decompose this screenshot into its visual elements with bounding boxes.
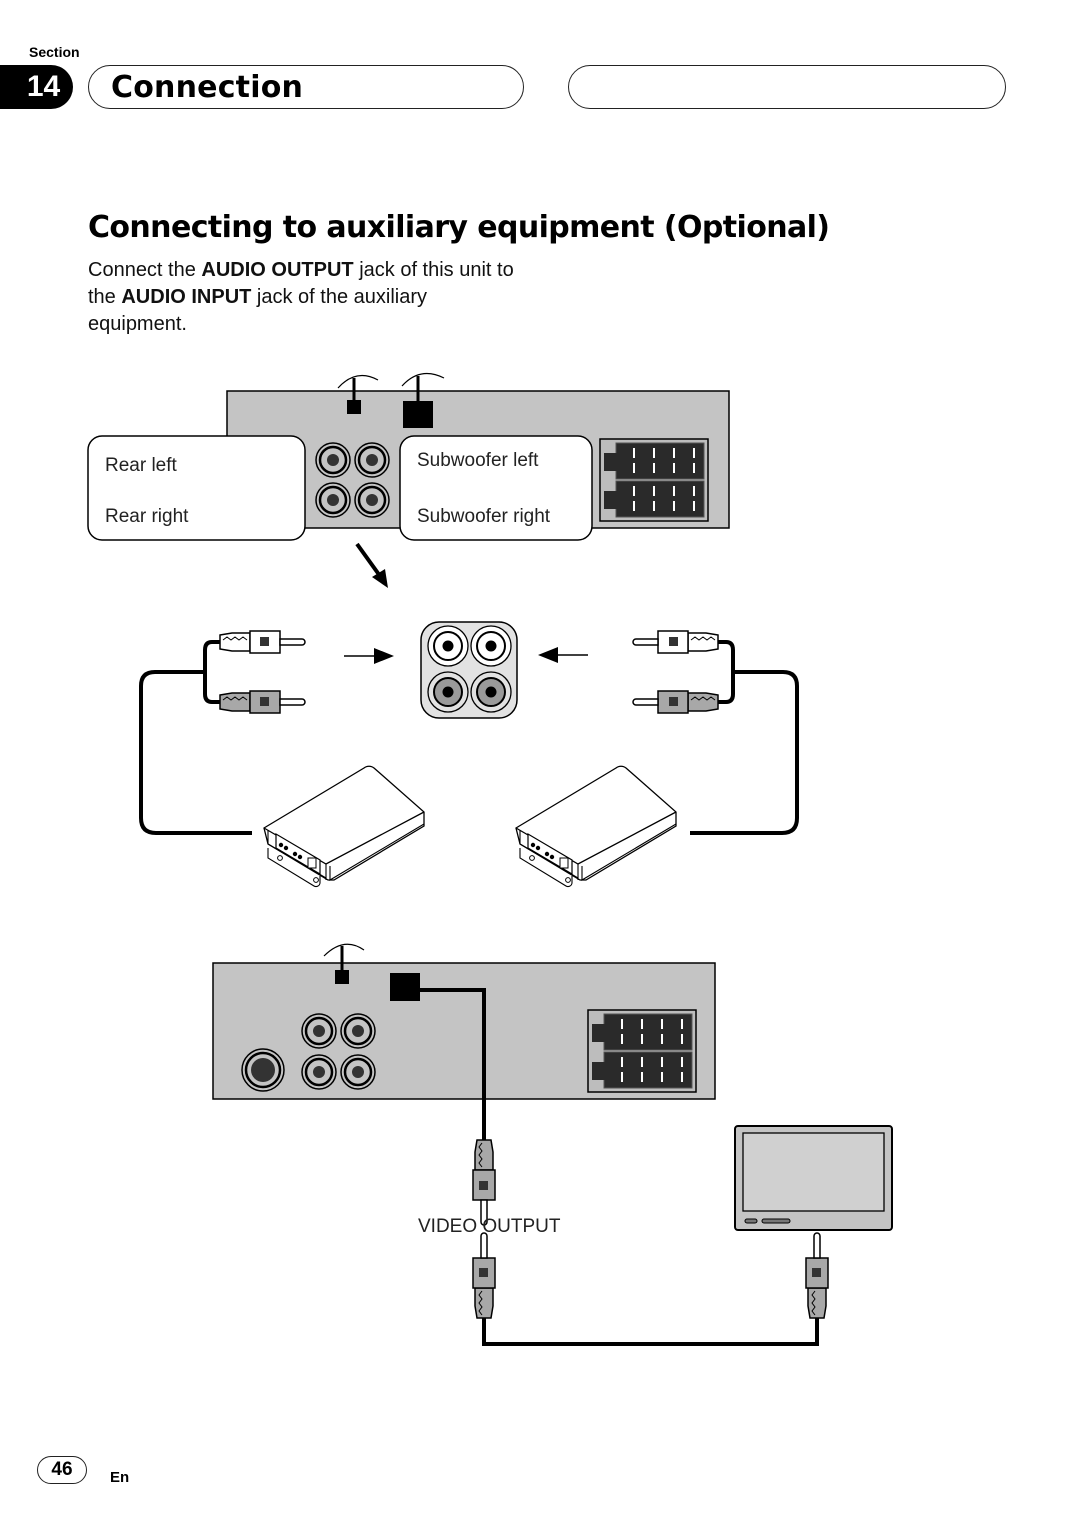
video-connector-icon [390, 973, 420, 1001]
left-rca-cable [139, 630, 306, 835]
connection-diagram: Rear left Rear right Subwoofer left Subw… [87, 372, 893, 1346]
subwoofer-left-label: Subwoofer left [417, 450, 539, 471]
rca-plug-white-icon [219, 630, 306, 654]
enlarged-rca-jack-block [420, 621, 518, 719]
large-connector-icon [403, 401, 433, 428]
head-unit-rear-panel-bottom [212, 943, 716, 1140]
rca-plug-grey-icon [632, 690, 719, 714]
rear-left-label: Rear left [105, 455, 178, 476]
large-round-jack-icon [241, 1048, 285, 1092]
video-output-plug-icon [472, 1139, 496, 1226]
language-label: En [110, 1469, 130, 1486]
amplifier-right-icon [515, 765, 677, 888]
rca-plug-icon [472, 1232, 496, 1319]
antenna-wire-icon [337, 374, 379, 389]
rca-plug-grey-icon [219, 690, 306, 714]
video-output-label: VIDEO OUTPUT [418, 1216, 561, 1237]
arrow-right-icon [344, 648, 394, 664]
iso-power-connector-icon [587, 1009, 697, 1093]
subwoofer-right-label: Subwoofer right [417, 506, 551, 527]
video-rca-cable [472, 1232, 829, 1346]
arrow-down-right-icon [355, 542, 388, 588]
rca-plug-icon [805, 1232, 829, 1319]
rca-plug-white-icon [632, 630, 719, 654]
amplifier-left-icon [263, 765, 425, 888]
page-number: 46 [51, 1459, 73, 1480]
small-connector-icon [347, 400, 361, 414]
small-connector-icon [335, 970, 349, 984]
subwoofer-output-label-box: Subwoofer left Subwoofer right [399, 435, 593, 541]
iso-power-connector-icon [599, 438, 709, 522]
rear-output-label-box: Rear left Rear right [87, 435, 306, 541]
monitor-icon [734, 1125, 893, 1231]
page-number-badge: 46 [37, 1456, 87, 1484]
rear-right-label: Rear right [105, 506, 189, 527]
arrow-left-icon [538, 647, 588, 663]
